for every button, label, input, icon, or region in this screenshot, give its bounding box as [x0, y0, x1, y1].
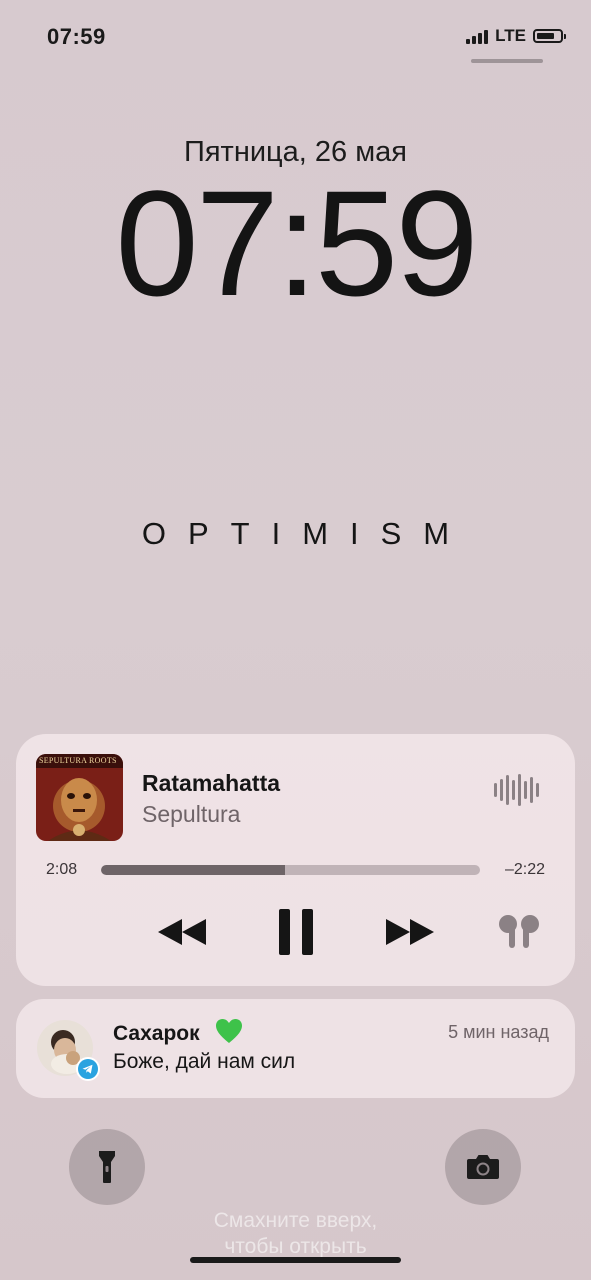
fast-forward-button[interactable] — [378, 908, 442, 956]
airpods-icon — [499, 915, 539, 948]
flashlight-button[interactable] — [69, 1129, 145, 1205]
rewind-button[interactable] — [150, 908, 214, 956]
notification-sender: Сахарок — [113, 1022, 200, 1045]
pause-button[interactable] — [271, 908, 321, 956]
notification-message: Боже, дай нам сил — [113, 1050, 296, 1073]
telegram-icon — [76, 1057, 100, 1081]
camera-icon — [467, 1155, 499, 1179]
notification-time: 5 мин назад — [448, 1022, 549, 1042]
playback-progress — [101, 865, 285, 875]
camera-button[interactable] — [445, 1129, 521, 1205]
album-cover-text: SEPULTURA ROOTS — [39, 756, 117, 765]
wallpaper-text: OPTIMISM — [141, 516, 472, 551]
pause-icon — [279, 909, 313, 955]
swipe-up-hint: Смахните вверх, чтобы открыть — [0, 1208, 591, 1260]
network-type: LTE — [495, 26, 526, 45]
home-indicator[interactable] — [190, 1257, 401, 1263]
cellular-signal-icon — [466, 28, 489, 44]
time-remaining: –2:22 — [504, 861, 545, 878]
status-indicator-bar — [471, 59, 543, 63]
audio-output-button[interactable] — [494, 908, 544, 956]
status-time: 07:59 — [47, 24, 106, 49]
lock-screen: 07:59 LTE Пятница, 26 мая 07:59 OPTIMISM — [0, 0, 591, 1280]
playback-scrubber[interactable] — [101, 865, 480, 875]
lock-clock: 07:59 — [115, 159, 478, 327]
status-icons: LTE — [466, 26, 566, 46]
battery-icon — [533, 29, 566, 43]
track-artist: Sepultura — [142, 801, 241, 827]
now-playing-card[interactable]: SEPULTURA ROOTS Ratamahatta Sepultura 2:… — [16, 734, 575, 986]
fast-forward-icon — [386, 919, 434, 945]
notification-card[interactable]: Сахарок 5 мин назад Боже, дай нам сил — [16, 999, 575, 1098]
album-cover[interactable]: SEPULTURA ROOTS — [36, 754, 123, 841]
rewind-icon — [158, 919, 206, 945]
audio-waveform-icon[interactable] — [494, 772, 539, 808]
track-title: Ratamahatta — [142, 770, 281, 796]
time-elapsed: 2:08 — [46, 861, 78, 878]
green-heart-icon — [215, 1018, 243, 1049]
swipe-hint-line1: Смахните вверх, — [213, 1209, 378, 1232]
flashlight-icon — [99, 1151, 115, 1183]
